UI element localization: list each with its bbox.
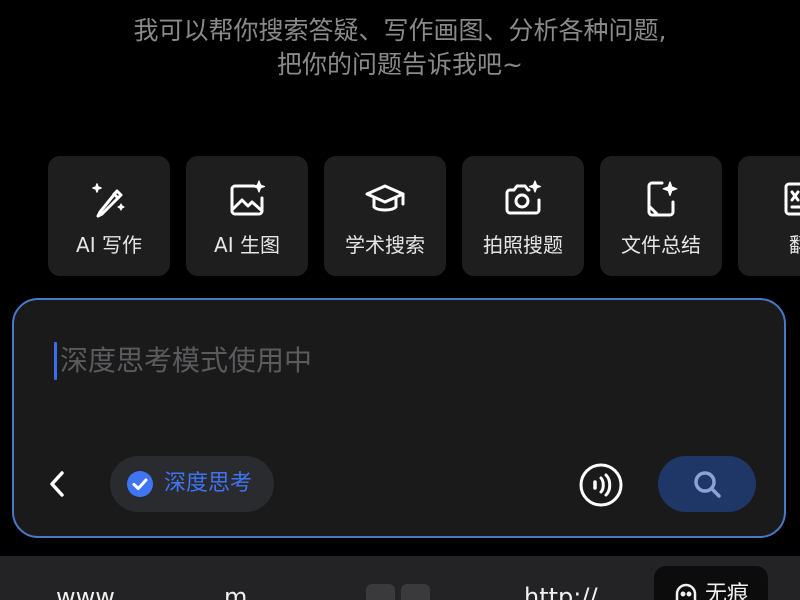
incognito-button[interactable]: 无痕: [654, 566, 768, 600]
suggestion-m[interactable]: m.: [224, 582, 255, 600]
keyboard-suggestion-bar: www. m. http:// 无痕: [0, 556, 800, 600]
suggestion-http[interactable]: http://: [524, 582, 598, 600]
query-input[interactable]: 深度思考模式使用中: [60, 342, 312, 380]
tool-photo-search[interactable]: 拍照搜题: [462, 156, 584, 276]
tool-file-summary[interactable]: 文件总结: [600, 156, 722, 276]
deep-think-toggle[interactable]: 深度思考: [110, 456, 275, 512]
tool-label: 拍照搜题: [483, 233, 563, 257]
page: 我可以帮你搜索答疑、写作画图、分析各种问题, 把你的问题告诉我吧~ AI 写作 …: [0, 0, 800, 600]
tool-label: 文件总结: [621, 233, 701, 257]
tool-translate[interactable]: 翻: [738, 156, 800, 276]
suggestion-placeholder: [366, 584, 430, 600]
intro-line-1: 我可以帮你搜索答疑、写作画图、分析各种问题,: [133, 16, 667, 45]
search-icon: [694, 471, 721, 498]
tool-label: AI 生图: [214, 233, 280, 257]
intro-line-2: 把你的问题告诉我吧~: [277, 50, 523, 79]
incognito-label: 无痕: [704, 582, 749, 600]
query-composer: 深度思考模式使用中 深度思考: [12, 298, 786, 538]
magic-pen-icon: [92, 183, 125, 218]
camera-icon: [505, 180, 542, 215]
search-button[interactable]: [658, 456, 756, 512]
tool-shortcuts: AI 写作 AI 生图 学术搜索 拍照搜题 文件总结 翻: [48, 156, 800, 276]
suggestion-www[interactable]: www.: [56, 582, 120, 600]
tool-label: 翻: [789, 233, 800, 257]
check-circle-icon: [127, 471, 153, 497]
text-caret: [54, 342, 57, 380]
tool-academic-search[interactable]: 学术搜索: [324, 156, 446, 276]
back-button[interactable]: [42, 464, 72, 504]
file-sparkle-icon: [647, 181, 678, 217]
translate-icon: [784, 182, 800, 216]
ghost-icon: [675, 583, 697, 600]
graduation-cap-icon: [365, 184, 405, 212]
tool-label: 学术搜索: [345, 233, 425, 257]
tool-ai-image[interactable]: AI 生图: [186, 156, 308, 276]
chevron-left-icon: [50, 471, 64, 497]
deep-think-label: 深度思考: [164, 471, 253, 496]
voice-icon[interactable]: [578, 462, 624, 508]
image-sparkle-icon: [230, 180, 266, 216]
tool-ai-writing[interactable]: AI 写作: [48, 156, 170, 276]
intro-text: 我可以帮你搜索答疑、写作画图、分析各种问题, 把你的问题告诉我吧~: [0, 14, 800, 82]
tool-label: AI 写作: [76, 233, 142, 257]
